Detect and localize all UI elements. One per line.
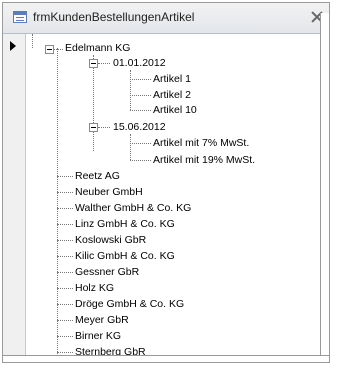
tree-line (98, 127, 110, 128)
tree-node-article[interactable]: Artikel 10 (153, 104, 197, 117)
torn-edge-right (320, 13, 329, 362)
tree-line (57, 272, 73, 273)
tree-line (130, 160, 151, 161)
collapse-icon[interactable] (89, 59, 98, 68)
tree-line (57, 192, 73, 193)
tree-node-customer[interactable]: Dröge GmbH & Co. KG (75, 298, 184, 311)
window-title: frmKundenBestellungenArtikel (33, 10, 195, 24)
tree-line (130, 95, 151, 96)
tree-node-article[interactable]: Artikel mit 19% MwSt. (153, 154, 255, 167)
collapse-icon[interactable] (89, 123, 98, 132)
form-window: frmKundenBestellungenArtikel Edelmann KG… (2, 2, 330, 363)
tree-node-customer[interactable]: Neuber GmbH (75, 186, 143, 199)
torn-edge-bottom (3, 355, 329, 362)
tree-line (130, 134, 131, 160)
tree-line (57, 304, 73, 305)
tree-node-customer[interactable]: Holz KG (75, 282, 114, 295)
tree-node-article[interactable]: Artikel mit 7% MwSt. (153, 137, 249, 150)
tree-node-customer[interactable]: Meyer GbR (75, 314, 129, 327)
tree-node-date[interactable]: 01.01.2012 (113, 57, 166, 70)
tree-line (32, 34, 33, 48)
collapse-icon[interactable] (45, 45, 54, 54)
tree-line (98, 63, 110, 64)
tree-node-customer[interactable]: Edelmann KG (65, 42, 130, 55)
tree-line (54, 49, 63, 50)
current-record-icon (10, 41, 16, 51)
tree-line (57, 240, 73, 241)
treeview[interactable]: Edelmann KG 01.01.2012 Artikel 1 Artikel… (26, 34, 329, 362)
tree-line (130, 70, 131, 110)
tree-node-customer[interactable]: Kilic GmbH & Co. KG (75, 250, 175, 263)
tree-line (57, 208, 73, 209)
tree-line (57, 224, 73, 225)
tree-node-customer[interactable]: Walther GmbH & Co. KG (75, 202, 191, 215)
tree-node-article[interactable]: Artikel 1 (153, 73, 191, 86)
tree-node-article[interactable]: Artikel 2 (153, 89, 191, 102)
tree-node-customer[interactable]: Gessner GbR (75, 266, 139, 279)
tree-line (57, 336, 73, 337)
tree-node-customer[interactable]: Linz GmbH & Co. KG (75, 218, 175, 231)
record-selector[interactable] (3, 34, 26, 362)
tree-node-customer[interactable]: Reetz AG (75, 170, 120, 183)
tree-line (57, 48, 58, 354)
tree-line (57, 176, 73, 177)
tree-node-date[interactable]: 15.06.2012 (113, 121, 166, 134)
title-bar: frmKundenBestellungenArtikel (3, 3, 329, 34)
tree-line (57, 320, 73, 321)
tree-line (130, 110, 151, 111)
tree-line (130, 79, 151, 80)
tree-node-customer[interactable]: Koslowski GbR (75, 234, 146, 247)
tree-line (57, 352, 73, 353)
tree-line (93, 55, 94, 151)
tree-node-customer[interactable]: Birner KG (75, 330, 121, 343)
tree-line (130, 143, 151, 144)
tree-line (57, 256, 73, 257)
tree-line (57, 288, 73, 289)
form-icon (13, 11, 27, 23)
